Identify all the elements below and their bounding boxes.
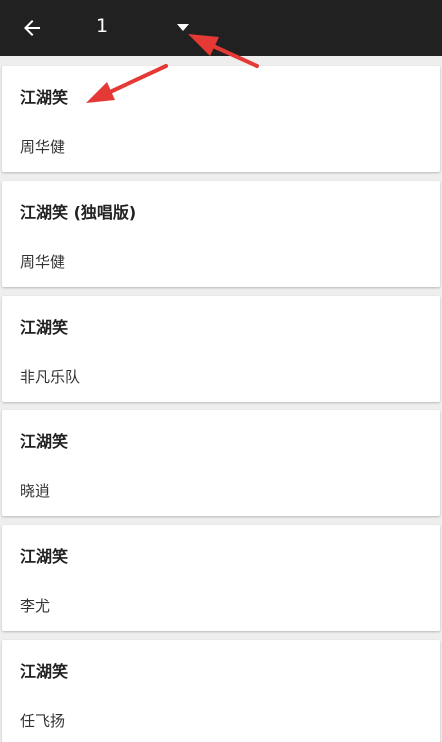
song-title: 江湖笑 (独唱版)	[20, 203, 137, 222]
triangle-down-icon	[177, 24, 189, 31]
song-artist: 任飞扬	[20, 712, 66, 730]
song-artist: 周华健	[20, 138, 66, 156]
song-card[interactable]: 江湖笑 非凡乐队	[2, 296, 440, 402]
page-selector-dropdown[interactable]: 1	[88, 8, 208, 48]
song-card[interactable]: 江湖笑 任飞扬	[2, 640, 440, 742]
song-title: 江湖笑	[20, 432, 69, 451]
top-app-bar: 1	[0, 0, 442, 56]
selector-value: 1	[96, 15, 109, 37]
song-artist: 非凡乐队	[20, 368, 81, 386]
song-card[interactable]: 江湖笑 周华健	[2, 66, 440, 172]
arrow-left-icon	[24, 20, 40, 36]
back-button[interactable]	[14, 10, 50, 46]
song-title: 江湖笑	[20, 547, 69, 566]
song-card[interactable]: 江湖笑 (独唱版) 周华健	[2, 181, 440, 287]
song-list: 江湖笑 周华健 江湖笑 (独唱版) 周华健 江湖笑 非凡乐队 江湖笑 晓逍 江湖…	[0, 56, 442, 742]
song-title: 江湖笑	[20, 318, 69, 337]
song-title: 江湖笑	[20, 88, 69, 107]
song-artist: 周华健	[20, 253, 66, 271]
song-card[interactable]: 江湖笑 晓逍	[2, 410, 440, 516]
song-artist: 晓逍	[20, 482, 51, 500]
song-title: 江湖笑	[20, 662, 69, 681]
song-artist: 李尤	[20, 597, 51, 615]
app-screen: 1 江湖笑 周华健 江湖笑 (独唱版) 周华健 江湖笑 非凡乐队 江湖笑 晓逍 …	[0, 0, 442, 742]
song-card[interactable]: 江湖笑 李尤	[2, 525, 440, 631]
